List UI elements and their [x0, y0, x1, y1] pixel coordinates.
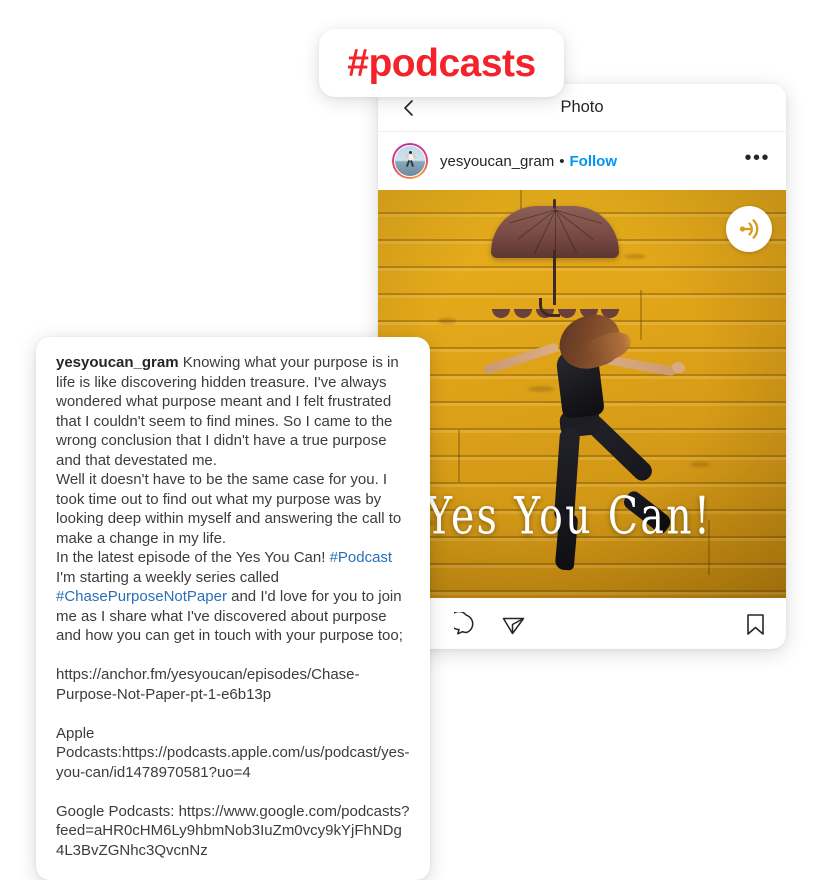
follow-button[interactable]: Follow	[570, 153, 618, 170]
anchor-episode-link[interactable]: https://anchor.fm/yesyoucan/episodes/Cha…	[56, 665, 410, 704]
caption-paragraph-1-text: Knowing what your purpose is in life is …	[56, 354, 399, 469]
caption-spacer-1	[56, 646, 410, 666]
hashtag-podcast[interactable]: #Podcast	[330, 549, 393, 566]
post-user-bar: yesyoucan_gram • Follow •••	[378, 132, 786, 190]
caption-username[interactable]: yesyoucan_gram	[56, 354, 179, 371]
caption-card: yesyoucan_gram Knowing what your purpose…	[36, 337, 430, 880]
caption-paragraph-2: Well it doesn't have to be the same case…	[56, 471, 402, 547]
post-username[interactable]: yesyoucan_gram	[440, 153, 554, 170]
share-icon[interactable]	[501, 612, 526, 637]
avatar-figure-icon	[404, 151, 417, 168]
google-podcasts-link[interactable]: Google Podcasts: https://www.google.com/…	[56, 802, 410, 861]
username-separator: •	[559, 152, 565, 170]
caption-paragraph-1: yesyoucan_gram Knowing what your purpose…	[56, 353, 410, 470]
hashtag-chasepurposenotpaper[interactable]: #ChasePurposeNotPaper	[56, 588, 227, 605]
comment-icon[interactable]	[454, 611, 479, 637]
avatar-image	[394, 145, 426, 177]
caption-p3-part-a: In the latest episode of the Yes You Can…	[56, 549, 330, 566]
podcasts-tag-label: #podcasts	[347, 41, 536, 85]
chevron-left-icon[interactable]	[398, 97, 420, 119]
post-action-bar	[378, 598, 786, 649]
caption-p3-part-b: I'm starting a weekly series called	[56, 568, 279, 586]
photo-art-text: Yes You Can!	[426, 486, 713, 546]
anchor-audio-icon[interactable]	[726, 206, 772, 252]
podcasts-tag-badge[interactable]: #podcasts	[319, 29, 564, 97]
apple-podcasts-link[interactable]: Apple Podcasts:https://podcasts.apple.co…	[56, 724, 410, 783]
caption-spacer-3	[56, 782, 410, 802]
instagram-post-card: Photo yesyoucan_gram • Follow ••• Yes Yo…	[378, 84, 786, 649]
more-options-icon[interactable]: •••	[744, 148, 770, 170]
bookmark-icon[interactable]	[743, 612, 768, 637]
caption-spacer-2	[56, 704, 410, 724]
caption-text: yesyoucan_gram Knowing what your purpose…	[56, 353, 410, 860]
post-photo[interactable]: Yes You Can!	[378, 190, 786, 598]
avatar[interactable]	[392, 143, 428, 179]
page-title: Photo	[560, 98, 604, 116]
caption-paragraph-3: In the latest episode of the Yes You Can…	[56, 548, 410, 646]
